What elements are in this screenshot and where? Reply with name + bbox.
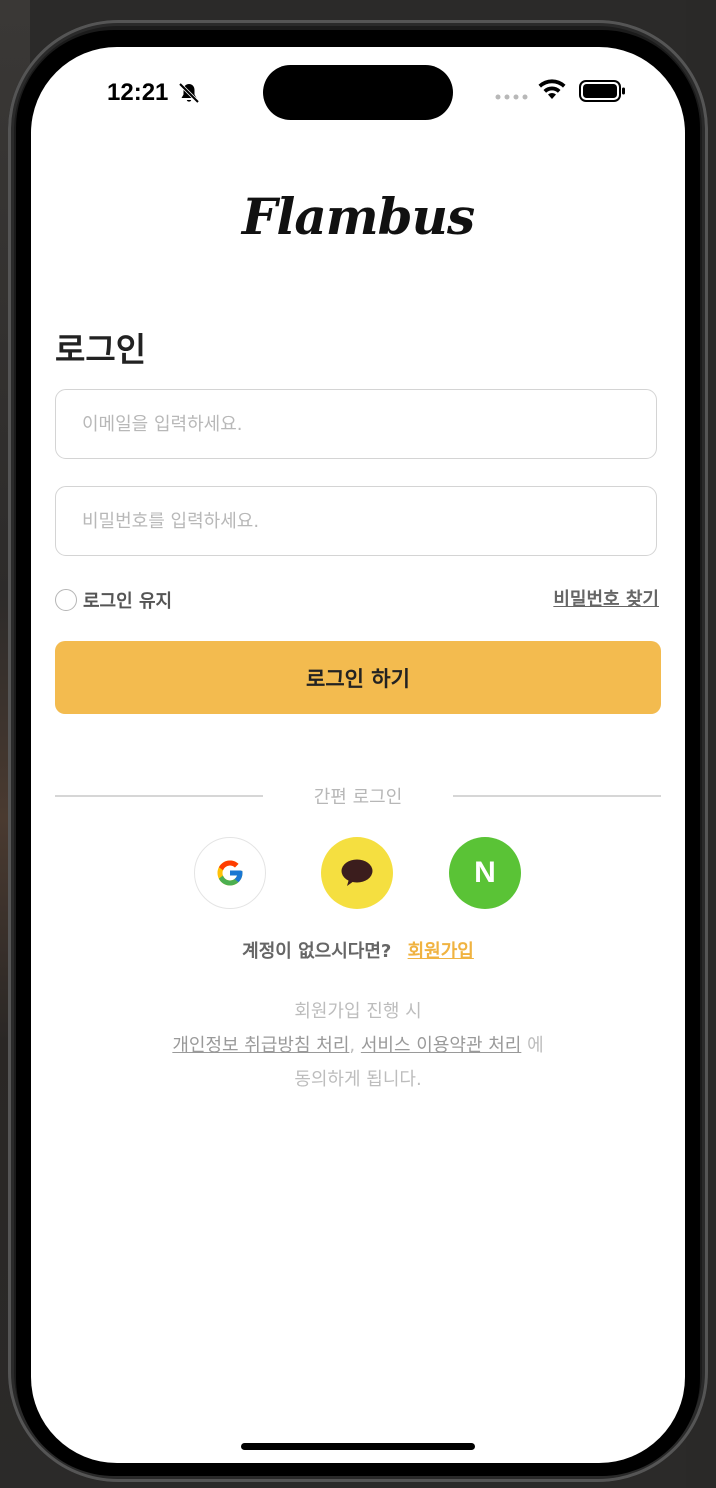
email-field-container [55,389,657,459]
app-screen: 12:21 Flambus 로그인 로그인 유지 비밀번호 찾기 로그인 하 [31,47,685,1463]
password-field[interactable] [56,487,656,555]
naver-icon: N [474,856,496,889]
social-login-label: 간편 로그인 [313,787,403,808]
signup-link[interactable]: 회원가입 [408,941,474,962]
terms-line-3: 동의하게 됩니다. [294,1069,422,1090]
terms-line-2: 개인정보 취급방침 처리, 서비스 이용약관 처리 에 [31,1029,685,1063]
google-login-button[interactable] [194,837,266,909]
divider-right [453,795,661,797]
terms-line-1: 회원가입 진행 시 [294,1001,422,1022]
keep-logged-in-radio[interactable] [55,589,77,611]
signup-row: 계정이 없으시다면? 회원가입 [31,937,685,963]
email-field[interactable] [56,390,656,458]
home-indicator[interactable] [241,1443,475,1450]
battery-icon [579,80,625,102]
password-field-container [55,486,657,556]
google-icon [217,860,243,886]
signup-prompt: 계정이 없으시다면? [242,941,392,962]
privacy-policy-link[interactable]: 개인정보 취급방침 처리 [172,1035,349,1056]
divider-left [55,795,263,797]
app-logo: Flambus [241,187,475,246]
terms-of-service-link[interactable]: 서비스 이용약관 처리 [361,1035,521,1056]
speech-bubble-icon [341,859,373,886]
page-title: 로그인 [55,330,147,369]
find-password-link[interactable]: 비밀번호 찾기 [553,585,659,611]
login-button[interactable]: 로그인 하기 [55,641,661,714]
naver-login-button[interactable]: N [449,837,521,909]
keep-logged-in-toggle[interactable]: 로그인 유지 [55,587,172,613]
bell-slash-icon [178,82,200,104]
terms-suffix: 에 [521,1035,544,1056]
cellular-signal-icon [495,94,528,100]
keep-logged-in-label: 로그인 유지 [83,591,173,612]
status-time: 12:21 [107,79,169,106]
terms-separator: , [349,1035,356,1056]
wifi-icon [538,79,566,99]
terms-notice: 회원가입 진행 시 개인정보 취급방침 처리, 서비스 이용약관 처리 에 동의… [31,995,685,1097]
kakao-login-button[interactable] [321,837,393,909]
dynamic-island [263,65,453,120]
